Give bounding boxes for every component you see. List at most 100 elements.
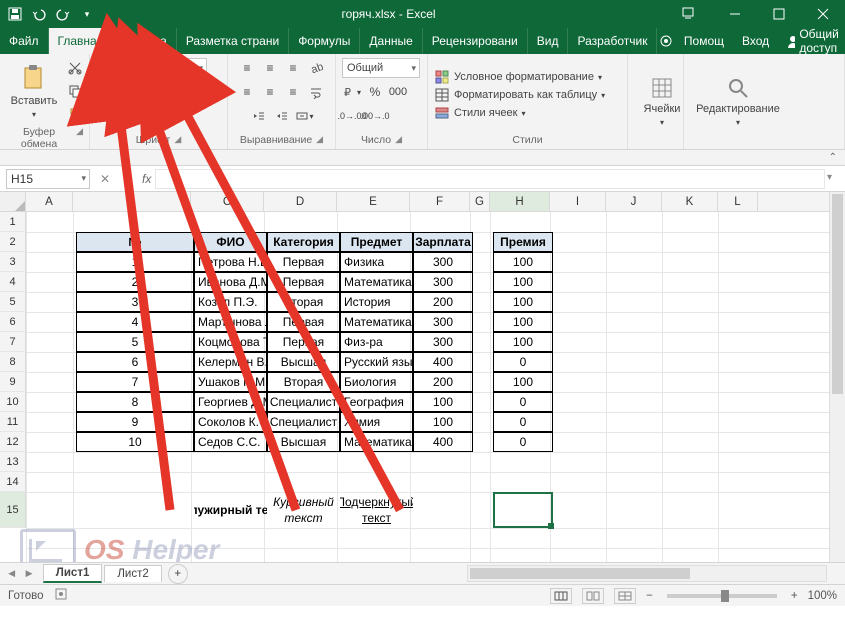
tell-me-label[interactable]: Помощ <box>675 34 733 48</box>
cell[interactable]: Химия <box>340 412 413 432</box>
column-header-D[interactable]: D <box>264 192 337 211</box>
cell[interactable]: 3 <box>76 292 194 312</box>
copy-icon[interactable] <box>65 81 85 101</box>
cell[interactable]: География <box>340 392 413 412</box>
borders-icon[interactable]: ▾ <box>96 106 116 126</box>
accounting-format-icon[interactable]: ₽▾ <box>342 82 362 102</box>
zoom-out-button[interactable]: − <box>646 590 653 602</box>
formula-input[interactable] <box>155 169 825 189</box>
row-header-13[interactable]: 13 <box>0 452 26 472</box>
column-header-C[interactable]: C <box>191 192 264 211</box>
align-middle-icon[interactable]: ≡ <box>260 58 280 78</box>
align-left-icon[interactable]: ≡ <box>237 82 257 102</box>
share-button[interactable]: Общий доступ <box>778 27 845 55</box>
cell[interactable]: Специалист <box>267 392 340 412</box>
row-header-10[interactable]: 10 <box>0 392 26 412</box>
row-header-9[interactable]: 9 <box>0 372 26 392</box>
maximize-button[interactable] <box>757 0 801 28</box>
cell[interactable]: Предмет <box>340 232 413 252</box>
row-header-8[interactable]: 8 <box>0 352 26 372</box>
cell[interactable]: Физика <box>340 252 413 272</box>
cut-icon[interactable] <box>65 58 85 78</box>
cell[interactable]: Математика <box>340 272 413 292</box>
vertical-scrollbar[interactable] <box>829 192 845 562</box>
cell[interactable]: Категория <box>267 232 340 252</box>
collapse-ribbon-icon[interactable]: ⌃ <box>829 152 837 163</box>
font-color-icon[interactable]: A▾ <box>142 106 162 126</box>
cell[interactable]: Козел П.Э. <box>194 292 267 312</box>
tab-page-layout[interactable]: Разметка страни <box>177 28 289 54</box>
cell[interactable]: Биология <box>340 372 413 392</box>
cell[interactable]: 6 <box>76 352 194 372</box>
row-header-15[interactable]: 15 <box>0 492 26 528</box>
bold-button[interactable]: Ж <box>96 82 116 102</box>
cell[interactable]: 0 <box>493 412 553 432</box>
column-header-I[interactable]: I <box>550 192 606 211</box>
merge-center-icon[interactable]: ▾ <box>295 106 315 126</box>
cell[interactable]: Первая <box>267 332 340 352</box>
cell[interactable]: 100 <box>493 292 553 312</box>
cell[interactable]: 100 <box>493 372 553 392</box>
horizontal-scrollbar[interactable] <box>467 565 827 582</box>
cell[interactable]: Русский язык <box>340 352 413 372</box>
column-header-E[interactable]: E <box>337 192 410 211</box>
align-top-icon[interactable]: ≡ <box>237 58 257 78</box>
cell[interactable]: Соколов К.С. <box>194 412 267 432</box>
dialog-launcher-icon[interactable]: ◢ <box>76 126 83 150</box>
cells-button[interactable]: Ячейки▾ <box>634 74 690 129</box>
wrap-text-icon[interactable] <box>306 82 326 102</box>
format-painter-icon[interactable] <box>65 104 85 124</box>
column-header-H[interactable]: H <box>490 192 550 211</box>
sheet-nav-next-icon[interactable]: ► <box>23 568 34 580</box>
tab-view[interactable]: Вид <box>528 28 569 54</box>
cell[interactable]: Иванова Д.М. <box>194 272 267 292</box>
column-header-G[interactable]: G <box>470 192 490 211</box>
macro-record-icon[interactable] <box>54 587 68 604</box>
save-icon[interactable] <box>6 5 24 23</box>
tab-file[interactable]: Файл <box>0 28 49 54</box>
cell[interactable]: 100 <box>413 392 473 412</box>
cell[interactable]: 8 <box>76 392 194 412</box>
number-format-combo[interactable]: Общий <box>342 58 420 78</box>
cell[interactable]: 100 <box>493 272 553 292</box>
conditional-formatting-button[interactable]: Условное форматирование▾ <box>434 69 605 85</box>
cell[interactable]: Коцмонова Т.А. <box>194 332 267 352</box>
zoom-slider[interactable] <box>667 594 777 598</box>
increase-indent-icon[interactable] <box>272 106 292 126</box>
cell[interactable]: 9 <box>76 412 194 432</box>
format-as-table-button[interactable]: Форматировать как таблицу▾ <box>434 87 605 103</box>
cell[interactable]: 10 <box>76 432 194 452</box>
cell[interactable]: 7 <box>76 372 194 392</box>
cell[interactable]: 2 <box>76 272 194 292</box>
row-header-2[interactable]: 2 <box>0 232 26 252</box>
orientation-icon[interactable]: ab <box>306 58 326 78</box>
underline-button[interactable]: Ч▾ <box>142 82 162 102</box>
sheet-tab-1[interactable]: Лист1 <box>43 564 103 583</box>
cell[interactable]: История <box>340 292 413 312</box>
cell[interactable]: Курсивныйтекст <box>267 492 340 528</box>
row-header-4[interactable]: 4 <box>0 272 26 292</box>
cell[interactable]: Мартынова Л.П. <box>194 312 267 332</box>
cell[interactable]: 100 <box>493 312 553 332</box>
increase-font-icon[interactable]: A▴ <box>174 82 194 102</box>
increase-decimal-icon[interactable]: .0→.00 <box>342 106 362 126</box>
page-layout-view-icon[interactable] <box>582 588 604 604</box>
close-button[interactable] <box>801 0 845 28</box>
cell[interactable]: Полужирный текст <box>194 492 267 528</box>
cell[interactable]: 4 <box>76 312 194 332</box>
cell[interactable]: Физ-ра <box>340 332 413 352</box>
enter-formula-icon[interactable]: ✓ <box>116 169 138 189</box>
column-header-F[interactable]: F <box>410 192 470 211</box>
tell-me-icon[interactable] <box>657 34 674 48</box>
editing-button[interactable]: Редактирование▾ <box>690 74 786 129</box>
tab-home[interactable]: Главная <box>49 28 114 54</box>
sheet-nav-prev-icon[interactable]: ◄ <box>6 568 17 580</box>
cell[interactable]: 0 <box>493 392 553 412</box>
cell[interactable]: Первая <box>267 272 340 292</box>
tab-formulas[interactable]: Формулы <box>289 28 360 54</box>
font-size-combo[interactable]: 11 <box>175 58 207 78</box>
cell[interactable]: Первая <box>267 312 340 332</box>
cell[interactable]: 400 <box>413 352 473 372</box>
spreadsheet-grid[interactable]: ABCDEFGHIJKL 123456789101112131415№ФИОКа… <box>0 192 845 562</box>
cell[interactable]: Премия <box>493 232 553 252</box>
